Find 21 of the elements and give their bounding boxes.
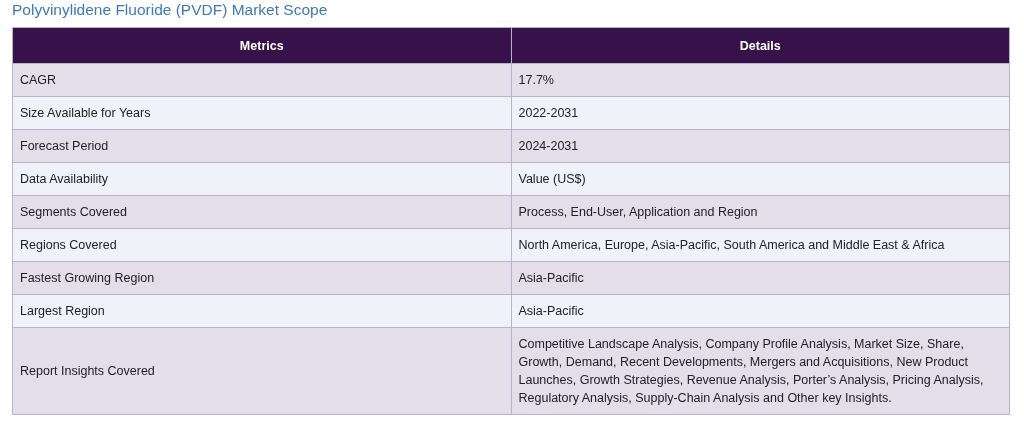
table-cell: 2022-2031	[511, 96, 1010, 130]
table-cell: Asia-Pacific	[511, 261, 1010, 295]
table-cell: Asia-Pacific	[511, 294, 1010, 328]
table-cell: 2024-2031	[511, 129, 1010, 163]
table-cell: Largest Region	[12, 294, 511, 328]
table-cell: Forecast Period	[12, 129, 511, 163]
table-cell: Report Insights Covered	[12, 327, 511, 415]
table-cell: Segments Covered	[12, 195, 511, 229]
table-cell: Fastest Growing Region	[12, 261, 511, 295]
table-cell: 17.7%	[511, 63, 1010, 97]
table-cell: Value (US$)	[511, 162, 1010, 196]
table-cell: Competitive Landscape Analysis, Company Profile Analysis, Market Size, Share, Growth, Demand, Recent Developments, Mergers and Acquisitions, New Product Launches, Growth Strategies, Revenue Analysis, Porter’s Analysis, Pricing Analysis, Regulatory Analysis, Supply-Chain Analysis and Other key Insights.	[511, 327, 1010, 415]
column-header: Metrics	[12, 27, 511, 64]
table-cell: Data Availability	[12, 162, 511, 196]
table-cell: Regions Covered	[12, 228, 511, 262]
table-cell: CAGR	[12, 63, 511, 97]
section-title: Polyvinylidene Fluoride (PVDF) Market Scope	[12, 0, 329, 20]
table-cell: Process, End-User, Application and Region	[511, 195, 1010, 229]
column-header: Details	[511, 27, 1010, 64]
table-cell: Size Available for Years	[12, 96, 511, 130]
table-cell: North America, Europe, Asia-Pacific, South America and Middle East & Africa	[511, 228, 1010, 262]
